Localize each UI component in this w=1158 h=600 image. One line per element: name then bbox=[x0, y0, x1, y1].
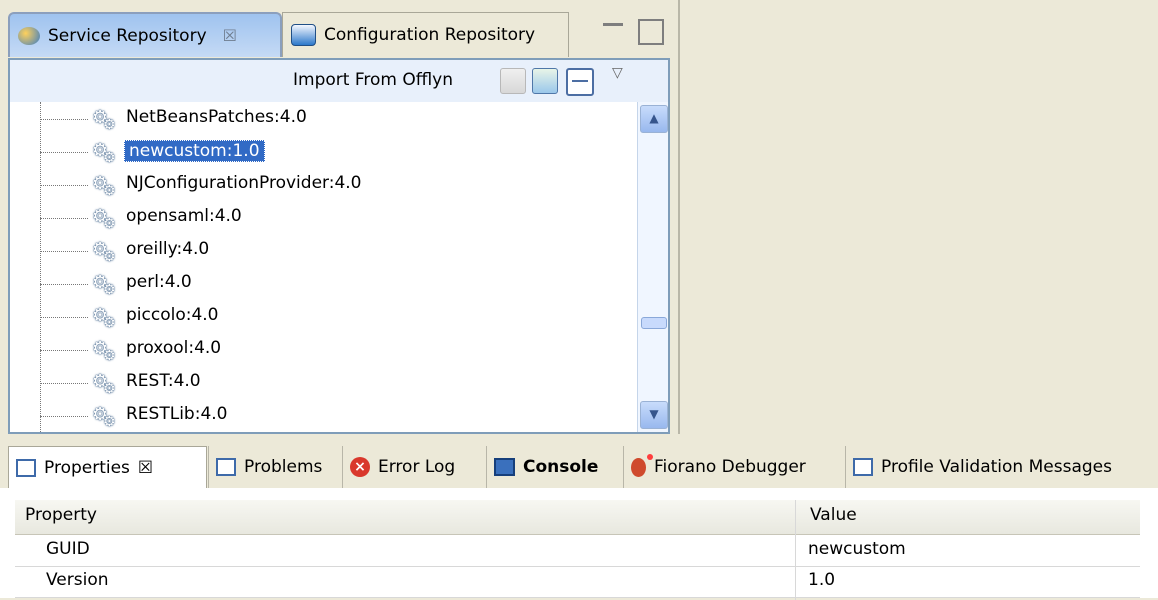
tree-connector bbox=[40, 152, 88, 153]
tree-item-label: piccolo:4.0 bbox=[126, 305, 219, 325]
tree-item[interactable]: ⚙ ⚙ REST:4.0 bbox=[10, 366, 636, 399]
view-toolbar: Import From Offlyn ▽ bbox=[10, 60, 668, 102]
tab-label: Configuration Repository bbox=[324, 25, 536, 45]
tree-item[interactable]: ⚙ ⚙ piccolo:4.0 bbox=[10, 300, 636, 333]
tree-item[interactable]: ⚙ ⚙ newcustom:1.0 bbox=[10, 135, 636, 168]
tab-label: Properties bbox=[44, 457, 130, 478]
collapse-all-icon[interactable] bbox=[566, 68, 594, 96]
tree-connector bbox=[40, 251, 88, 252]
tab-fiorano-debugger[interactable]: Fiorano Debugger bbox=[623, 446, 845, 488]
gear-icon: ⚙ ⚙ bbox=[92, 140, 116, 166]
validation-messages-icon bbox=[853, 458, 873, 476]
tree-item-label: perl:4.0 bbox=[126, 272, 192, 292]
tree-item-label: NJConfigurationProvider:4.0 bbox=[126, 173, 362, 193]
tree-item-label: REST:4.0 bbox=[126, 371, 201, 391]
tab-configuration-repository[interactable]: Configuration Repository bbox=[282, 12, 569, 57]
gear-icon: ⚙ ⚙ bbox=[92, 206, 116, 232]
property-value: 1.0 bbox=[808, 570, 836, 590]
tree-item[interactable]: ⚙ ⚙ perl:4.0 bbox=[10, 267, 636, 300]
tree-connector bbox=[40, 416, 88, 417]
tab-problems[interactable]: Problems bbox=[208, 446, 342, 488]
tree-item-label: NetBeansPatches:4.0 bbox=[126, 107, 307, 127]
refresh-icon[interactable] bbox=[532, 68, 558, 94]
view-menu-icon[interactable]: ▽ bbox=[612, 65, 623, 81]
configuration-repository-icon bbox=[291, 24, 316, 46]
column-property: Property bbox=[25, 505, 97, 525]
tree-item[interactable]: ⚙ ⚙ NJConfigurationProvider:4.0 bbox=[10, 168, 636, 201]
gear-icon: ⚙ ⚙ bbox=[92, 239, 116, 265]
maximize-icon[interactable] bbox=[638, 19, 664, 45]
tab-label: Problems bbox=[244, 457, 323, 477]
tab-label: Error Log bbox=[378, 457, 456, 477]
top-tab-row: Service Repository ☒ Configuration Repos… bbox=[0, 5, 670, 59]
scrollbar-thumb[interactable] bbox=[641, 317, 667, 329]
close-icon[interactable]: ☒ bbox=[223, 26, 237, 45]
tab-profile-validation-messages[interactable]: Profile Validation Messages bbox=[845, 446, 1151, 488]
tree-connector bbox=[40, 383, 88, 384]
gear-icon: ⚙ ⚙ bbox=[92, 305, 116, 331]
tree-item[interactable]: ⚙ ⚙ proxool:4.0 bbox=[10, 333, 636, 366]
tab-label: Service Repository bbox=[48, 25, 207, 46]
tree-item-label: RESTLib:4.0 bbox=[126, 404, 228, 424]
tree-item[interactable]: ⚙ ⚙ RESTLib:4.0 bbox=[10, 399, 636, 432]
scroll-up-button[interactable]: ▲ bbox=[640, 105, 668, 133]
tree-item-label: proxool:4.0 bbox=[126, 338, 222, 358]
minimize-icon[interactable] bbox=[603, 23, 623, 32]
import-from-offlyn-link[interactable]: Import From Offlyn bbox=[293, 70, 453, 90]
tab-error-log[interactable]: × Error Log bbox=[342, 446, 486, 488]
vertical-scrollbar[interactable]: ▲ ▼ bbox=[637, 102, 668, 432]
tree-connector bbox=[40, 317, 88, 318]
property-name: Version bbox=[46, 570, 109, 590]
error-log-icon: × bbox=[350, 457, 370, 477]
gear-icon: ⚙ ⚙ bbox=[92, 107, 116, 133]
repository-tree: ⚙ ⚙ NetBeansPatches:4.0 ⚙ ⚙ newcustom:1.0 ⚙ ⚙ NJ… bbox=[10, 102, 636, 432]
problems-icon bbox=[216, 458, 236, 476]
gear-icon: ⚙ ⚙ bbox=[92, 173, 116, 199]
tree-item-label: newcustom:1.0 bbox=[124, 140, 265, 162]
debugger-icon bbox=[631, 453, 653, 477]
close-icon[interactable]: ☒ bbox=[138, 458, 153, 478]
bottom-tab-row: Properties ☒ Problems × Error Log Consol… bbox=[0, 436, 1158, 488]
table-row[interactable]: GUID newcustom bbox=[15, 535, 1140, 567]
properties-pane: Properties ☒ Problems × Error Log Consol… bbox=[0, 436, 1158, 600]
tree-connector bbox=[40, 185, 88, 186]
property-name: GUID bbox=[46, 539, 90, 559]
table-row[interactable]: Version 1.0 bbox=[15, 566, 1140, 598]
tab-properties[interactable]: Properties ☒ bbox=[8, 446, 207, 488]
tree-connector bbox=[40, 218, 88, 219]
service-repository-icon bbox=[18, 26, 40, 45]
tree-connector bbox=[40, 284, 88, 285]
properties-icon bbox=[16, 458, 36, 477]
gear-icon: ⚙ ⚙ bbox=[92, 404, 116, 430]
property-value: newcustom bbox=[808, 539, 906, 559]
tree-item[interactable]: ⚙ ⚙ oreilly:4.0 bbox=[10, 234, 636, 267]
console-icon bbox=[494, 458, 515, 476]
gear-icon: ⚙ ⚙ bbox=[92, 371, 116, 397]
tree-connector bbox=[40, 119, 88, 120]
gear-icon: ⚙ ⚙ bbox=[92, 338, 116, 364]
tab-service-repository[interactable]: Service Repository ☒ bbox=[8, 12, 282, 57]
tree-item-label: opensaml:4.0 bbox=[126, 206, 242, 226]
properties-table: Property Value GUID newcustom Version 1.… bbox=[0, 488, 1158, 600]
table-header: Property Value bbox=[15, 500, 1140, 535]
tree-item-label: oreilly:4.0 bbox=[126, 239, 210, 259]
tree-item[interactable]: ⚙ ⚙ opensaml:4.0 bbox=[10, 201, 636, 234]
tab-label: Console bbox=[523, 457, 599, 477]
repository-view: Import From Offlyn ▽ ⚙ ⚙ NetBeansPatches:4… bbox=[8, 58, 670, 434]
column-value: Value bbox=[810, 505, 857, 525]
tree-item[interactable]: ⚙ ⚙ NetBeansPatches:4.0 bbox=[10, 102, 636, 135]
service-repository-pane: Service Repository ☒ Configuration Repos… bbox=[0, 0, 678, 434]
tab-label: Fiorano Debugger bbox=[654, 457, 806, 477]
editor-area bbox=[678, 0, 1158, 434]
tab-console[interactable]: Console bbox=[486, 446, 623, 488]
tab-label: Profile Validation Messages bbox=[881, 457, 1112, 477]
scroll-down-button[interactable]: ▼ bbox=[640, 401, 668, 429]
import-icon[interactable] bbox=[500, 68, 526, 94]
gear-icon: ⚙ ⚙ bbox=[92, 272, 116, 298]
tree-connector bbox=[40, 350, 88, 351]
